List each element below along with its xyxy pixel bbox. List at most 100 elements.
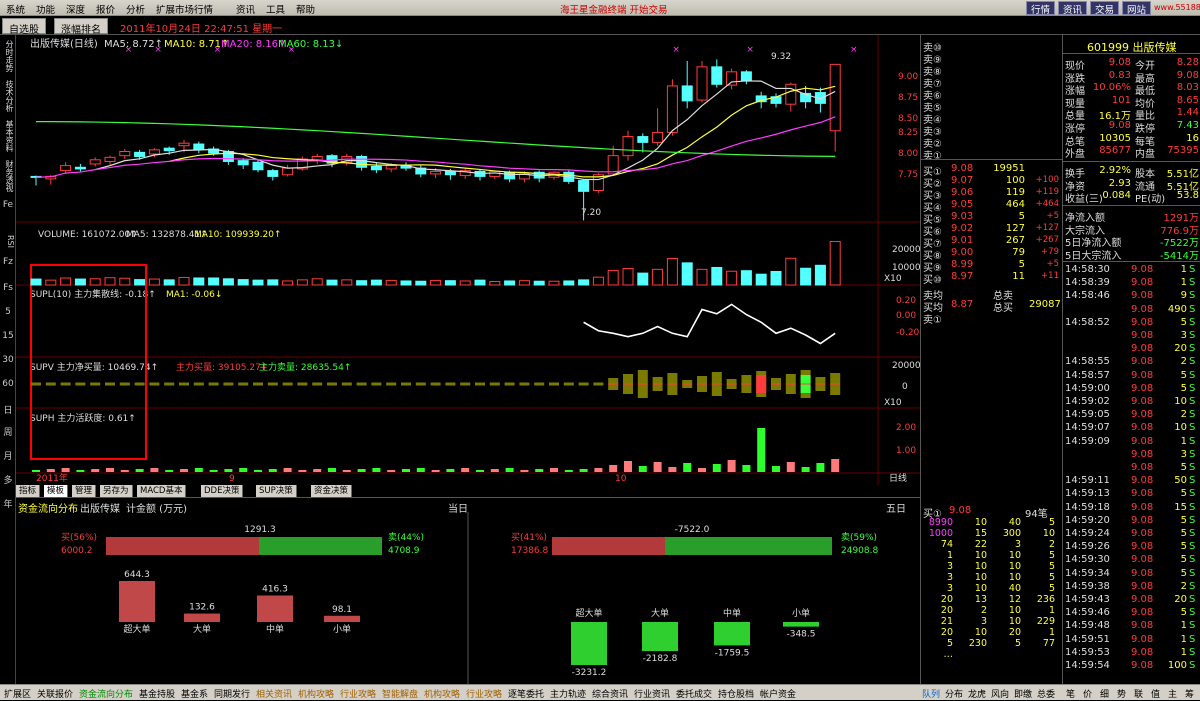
quote-nav-tab[interactable]: 势 — [1115, 686, 1128, 701]
suph-bar — [668, 467, 677, 472]
quote-value: 16 — [1186, 132, 1199, 144]
queue-cell: 1 — [946, 550, 953, 561]
queue-cell: 10 — [974, 583, 987, 594]
side-item[interactable]: 周 — [1, 425, 15, 438]
bottom-nav-tab[interactable]: 持仓股档 — [716, 686, 756, 701]
side-item[interactable]: 60 — [1, 379, 15, 389]
bottom-nav-tab[interactable]: 机构攻略 — [296, 686, 336, 701]
quote-nav-tab[interactable]: 联 — [1132, 686, 1145, 701]
volume-bar — [770, 271, 782, 286]
side-item[interactable]: 多 — [1, 473, 15, 486]
menu-info[interactable]: 资讯 — [236, 2, 255, 16]
supv-bar — [312, 382, 323, 386]
bottom-nav-tab[interactable]: 综合资讯 — [590, 686, 630, 701]
indicator-tab[interactable]: 指标 — [16, 485, 41, 497]
tab-news[interactable]: 资讯 — [1058, 1, 1088, 16]
tick-time: 14:59:07 — [1065, 422, 1110, 434]
bottom-nav-tab[interactable]: 委托成交 — [674, 686, 714, 701]
menu-ext-market[interactable]: 扩展市场行情 — [156, 2, 213, 16]
menu-analysis[interactable]: 分析 — [126, 2, 145, 16]
tick-volume: 3 — [1180, 448, 1187, 460]
side-item[interactable]: 技术分析 — [1, 80, 15, 112]
bottom-nav-tab[interactable]: 资金流向分布 — [77, 686, 135, 701]
side-item[interactable]: 分时走势 — [1, 40, 15, 72]
suph-bar — [298, 470, 307, 472]
side-item[interactable]: 30 — [1, 355, 15, 365]
indicator-tab[interactable]: 模板 — [44, 485, 69, 497]
tab-trade[interactable]: 交易 — [1090, 1, 1120, 16]
quote-nav-tab[interactable]: 笔 — [1064, 686, 1077, 701]
indicator-tab[interactable]: MACD基本 — [137, 485, 187, 497]
side-item[interactable]: 月 — [1, 449, 15, 462]
right-buy-bar — [552, 537, 665, 555]
indicator-tab[interactable]: DDE决策 — [201, 485, 244, 497]
quote-nav-tab[interactable]: 细 — [1098, 686, 1111, 701]
quote-nav-tab[interactable]: 筹 — [1183, 686, 1196, 701]
menu-help[interactable]: 帮助 — [296, 2, 315, 16]
queue-cell: 10 — [974, 550, 987, 561]
orderbook-nav-tab[interactable]: 即缴 — [1012, 686, 1034, 701]
bottom-nav-tab[interactable]: 行业资讯 — [632, 686, 672, 701]
quote-label: 外盘 — [1065, 149, 1085, 161]
menu-function[interactable]: 功能 — [36, 2, 55, 16]
quote-nav-tab[interactable]: 主 — [1166, 686, 1179, 701]
bottom-nav-tab[interactable]: 逐笔委托 — [506, 686, 546, 701]
right-fund-bar — [571, 622, 607, 665]
bottom-nav-tab[interactable]: 扩展区 — [2, 686, 33, 701]
side-item[interactable]: Fz — [1, 257, 15, 267]
candle — [652, 131, 664, 143]
side-item[interactable]: 日 — [1, 403, 15, 416]
side-item[interactable]: 基本资料 — [1, 120, 15, 152]
side-item[interactable]: 年 — [1, 497, 15, 510]
side-item[interactable]: Fs — [1, 283, 15, 293]
bottom-nav-tab[interactable]: 机构攻略 — [422, 686, 462, 701]
bottom-nav-tab[interactable]: 行业攻略 — [338, 686, 378, 701]
orderbook-nav-tab[interactable]: 分布 — [943, 686, 965, 701]
orderbook-nav-tab[interactable]: 队列 — [920, 686, 942, 701]
queue-cell: 10 — [974, 561, 987, 572]
quote-nav-tab[interactable]: 值 — [1149, 686, 1162, 701]
tick-side: S — [1189, 330, 1196, 341]
menu-depth[interactable]: 深度 — [66, 2, 85, 16]
kline-chart[interactable]: 出版传媒(日线) MA5: 8.72↑ MA10: 8.71↑ MA20: 8.… — [16, 35, 920, 500]
bottom-nav-tab[interactable]: 主力轨迹 — [548, 686, 588, 701]
tick-time: 14:58:46 — [1065, 290, 1110, 302]
side-item[interactable]: 财务透视 — [1, 160, 15, 192]
bottom-nav-tab[interactable]: 行业攻略 — [464, 686, 504, 701]
bottom-nav-tab[interactable]: 相关资讯 — [254, 686, 294, 701]
bottom-nav-tab[interactable]: 基金系 — [179, 686, 210, 701]
tab-watchlist[interactable]: 自选股 — [2, 18, 46, 36]
tab-quotes[interactable]: 行情 — [1026, 1, 1056, 16]
suph-bar — [165, 470, 174, 472]
indicator-tab[interactable]: 管理 — [72, 485, 97, 497]
side-item[interactable]: RSI — [1, 235, 15, 248]
bottom-nav-tab[interactable]: 关联报价 — [35, 686, 75, 701]
orderbook-nav-tab[interactable]: 总委 — [1035, 686, 1057, 701]
indicator-tab[interactable]: 资金决策 — [311, 485, 353, 497]
bottom-nav-tab[interactable]: 同期发行 — [212, 686, 252, 701]
period-label[interactable]: 日线 — [889, 472, 907, 484]
suph-bar — [520, 470, 529, 472]
side-item[interactable]: Fe — [1, 200, 15, 210]
menu-quote[interactable]: 报价 — [96, 2, 115, 16]
menu-system[interactable]: 系统 — [6, 2, 25, 16]
tab-ranking[interactable]: 涨幅排名 — [54, 18, 108, 36]
buy-level-price: 9.06 — [951, 187, 974, 198]
tab-website[interactable]: 网站 — [1122, 1, 1152, 16]
indicator-tab[interactable]: SUP决策 — [256, 485, 297, 497]
volume-bar — [74, 278, 86, 286]
bottom-nav-tab[interactable]: 帐户资金 — [758, 686, 798, 701]
orderbook-nav-tab[interactable]: 龙虎 — [966, 686, 988, 701]
queue-cell: 10 — [1042, 528, 1055, 539]
queue-cell: 20 — [1008, 627, 1021, 638]
bottom-nav-tab[interactable]: 智能解盘 — [380, 686, 420, 701]
quote-nav-tab[interactable]: 价 — [1081, 686, 1094, 701]
bottom-nav-tab[interactable]: 基金持股 — [137, 686, 177, 701]
side-item[interactable]: 15 — [1, 331, 15, 341]
indicator-tab[interactable]: 另存为 — [100, 485, 133, 497]
menu-tools[interactable]: 工具 — [266, 2, 285, 16]
orderbook-nav-tab[interactable]: 风向 — [989, 686, 1011, 701]
side-item[interactable]: 5 — [1, 307, 15, 317]
suph-bar — [831, 459, 840, 472]
quote-value: 0.084 — [1102, 190, 1131, 202]
